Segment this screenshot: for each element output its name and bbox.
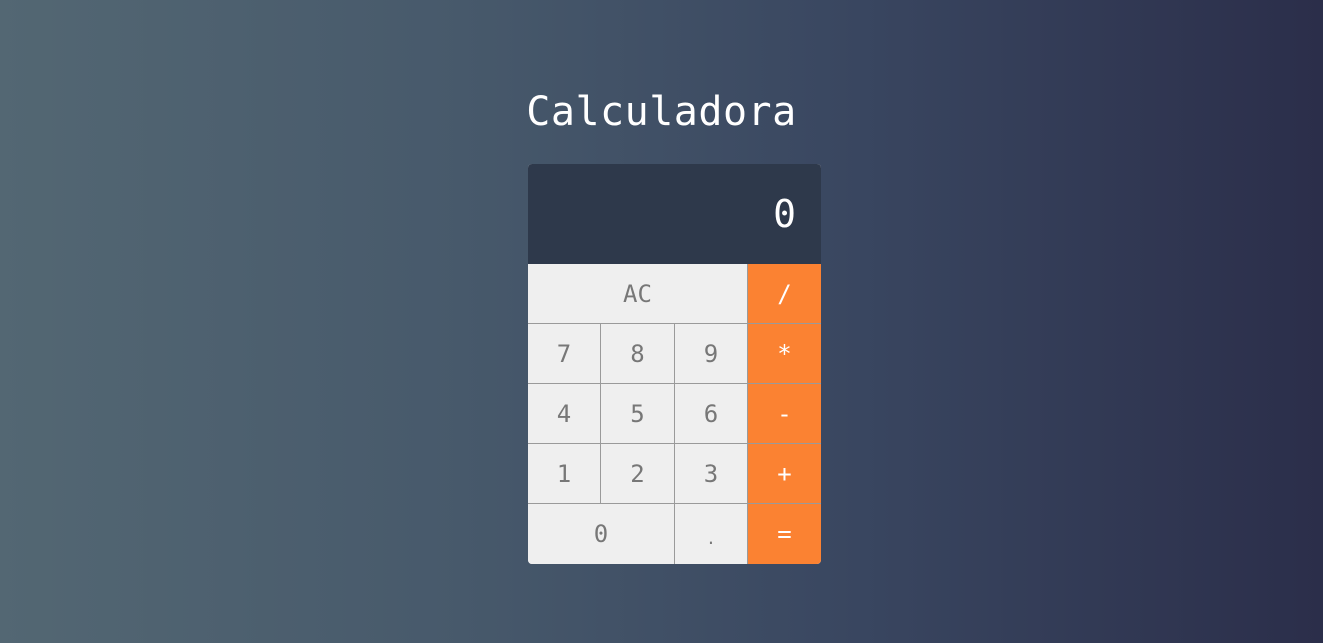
digit-8-button[interactable]: 8 — [601, 324, 675, 384]
page-title: Calculadora — [526, 89, 797, 135]
calculator: 0 AC / 7 8 9 * 4 5 6 - 1 2 3 + 0 . = — [528, 164, 821, 564]
calculator-display: 0 — [528, 164, 821, 264]
digit-0-button[interactable]: 0 — [528, 504, 675, 564]
digit-4-button[interactable]: 4 — [528, 384, 601, 444]
decimal-button[interactable]: . — [675, 504, 748, 564]
digit-7-button[interactable]: 7 — [528, 324, 601, 384]
multiply-button[interactable]: * — [748, 324, 821, 384]
equals-button[interactable]: = — [748, 504, 821, 564]
digit-3-button[interactable]: 3 — [675, 444, 748, 504]
digit-6-button[interactable]: 6 — [675, 384, 748, 444]
subtract-button[interactable]: - — [748, 384, 821, 444]
digit-2-button[interactable]: 2 — [601, 444, 675, 504]
add-button[interactable]: + — [748, 444, 821, 504]
digit-5-button[interactable]: 5 — [601, 384, 675, 444]
divide-button[interactable]: / — [748, 264, 821, 324]
digit-1-button[interactable]: 1 — [528, 444, 601, 504]
clear-button[interactable]: AC — [528, 264, 748, 324]
display-value: 0 — [773, 192, 796, 236]
keypad: AC / 7 8 9 * 4 5 6 - 1 2 3 + 0 . = — [528, 264, 821, 564]
digit-9-button[interactable]: 9 — [675, 324, 748, 384]
